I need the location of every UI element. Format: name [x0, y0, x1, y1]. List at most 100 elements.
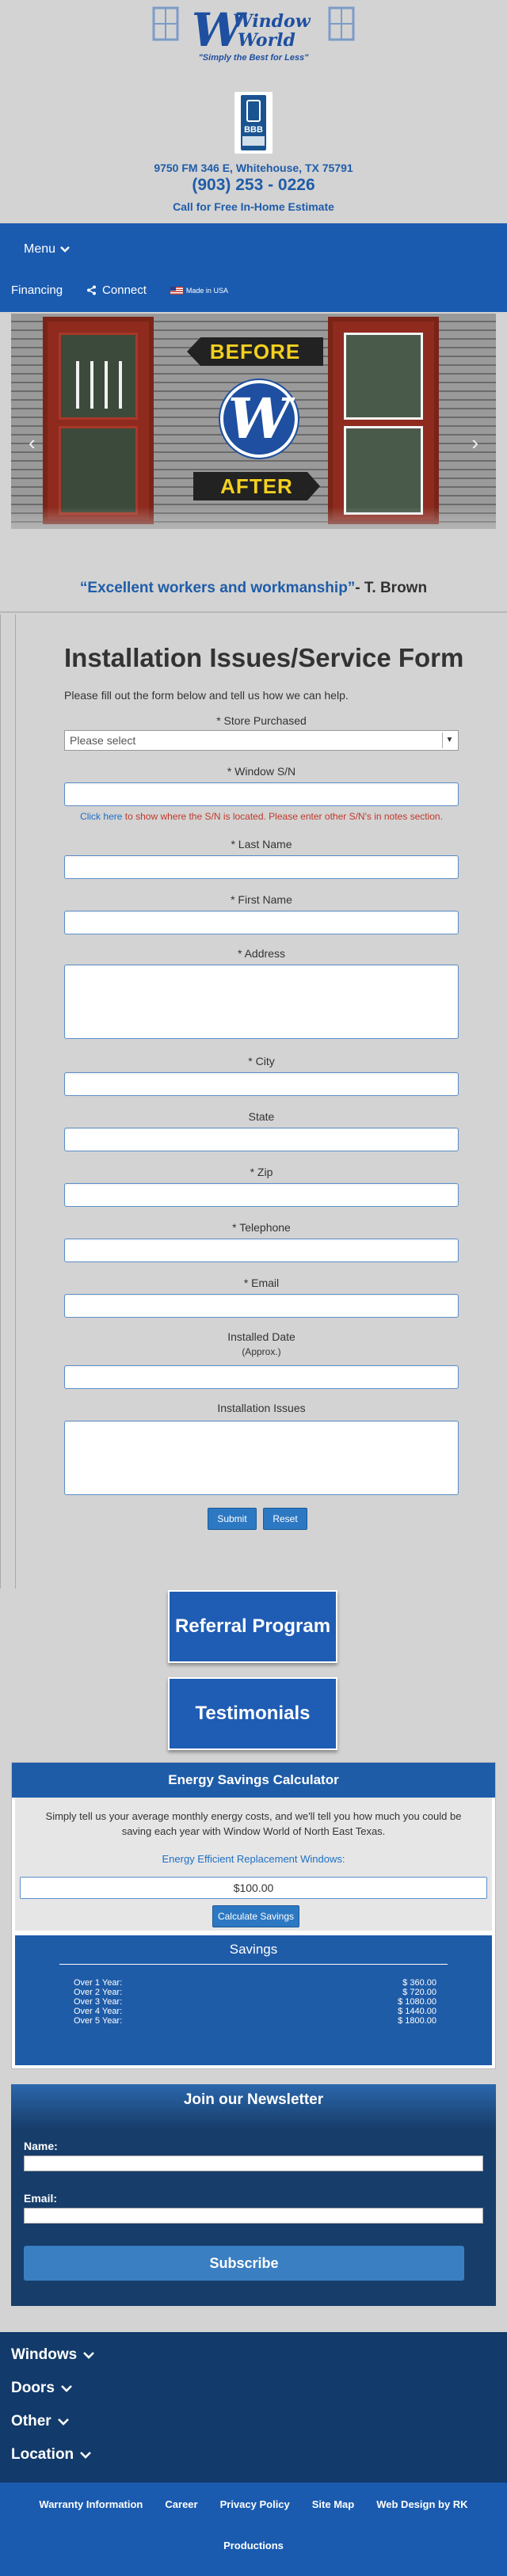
savings-row: Over 3 Year: $ 1080.00	[74, 1997, 436, 2007]
savings-row: Over 5 Year: $ 1800.00	[74, 2016, 436, 2026]
testimonial-author: - T. Brown	[355, 580, 428, 596]
footer-nav-doors[interactable]: Doors	[11, 2380, 72, 2397]
referral-program-button[interactable]: Referral Program	[168, 1590, 337, 1663]
web-design-credit-continued[interactable]: Productions	[0, 2540, 507, 2551]
footer-nav-windows[interactable]: Windows	[11, 2346, 95, 2364]
sn-location-link[interactable]: Click here	[80, 811, 122, 822]
first-name-input[interactable]	[64, 911, 459, 934]
footer-nav-other[interactable]: Other	[11, 2413, 69, 2430]
warranty-link[interactable]: Warranty Information	[39, 2498, 143, 2510]
footer-nav-label: Windows	[11, 2346, 78, 2363]
made-in-usa-badge: Made in USA	[170, 286, 228, 295]
before-label: BEFORE	[187, 337, 323, 366]
us-flag-icon	[170, 286, 183, 295]
bbb-accreditation-badge[interactable]: BBB	[234, 92, 273, 154]
business-address: 9750 FM 346 E, Whitehouse, TX 75791	[154, 162, 353, 174]
bbb-text: BBB	[244, 125, 263, 135]
state-input[interactable]	[64, 1128, 459, 1151]
financing-link[interactable]: Financing	[11, 283, 63, 297]
privacy-policy-link[interactable]: Privacy Policy	[220, 2498, 290, 2510]
footer-nav-location[interactable]: Location	[11, 2446, 92, 2464]
store-purchased-select[interactable]: Please select ▼	[64, 730, 459, 751]
logo-word-window: Window	[233, 11, 311, 32]
logo-tagline: "Simply the Best for Less"	[199, 53, 310, 63]
before-after-slider[interactable]: BEFORE AFTER W ‹ ›	[11, 314, 496, 529]
last-name-input[interactable]	[64, 855, 459, 879]
newsletter-email-input[interactable]	[24, 2208, 483, 2224]
dropdown-arrow-icon: ▼	[442, 732, 456, 748]
calculate-savings-button[interactable]: Calculate Savings	[212, 1905, 299, 1927]
connect-label: Connect	[102, 283, 147, 297]
window-world-w-logo: W	[220, 380, 298, 458]
energy-savings-calculator: Energy Savings Calculator Simply tell us…	[11, 1762, 496, 2069]
site-footer: Windows Doors Other Location Warranty In…	[0, 2332, 507, 2576]
sn-note-text: to show where the S/N is located. Please…	[122, 811, 443, 822]
chevron-down-icon	[60, 2385, 72, 2392]
newsletter-title: Join our Newsletter	[11, 2084, 496, 2129]
main-nav: Menu Financing Connect Made in USA	[0, 223, 507, 312]
web-design-credit-link[interactable]: Web Design by RK	[376, 2498, 467, 2510]
bbb-seal-icon	[246, 100, 261, 122]
service-form: Installation Issues/Service Form Please …	[0, 615, 507, 1589]
window-sn-label: * Window S/N	[227, 765, 296, 778]
savings-row: Over 4 Year: $ 1440.00	[74, 2007, 436, 2016]
slider-prev-arrow-icon[interactable]: ‹	[29, 431, 36, 455]
store-purchased-value: Please select	[70, 734, 136, 747]
menu-toggle-button[interactable]: Menu	[24, 242, 70, 257]
savings-row: Over 1 Year: $ 360.00	[74, 1978, 436, 1988]
installation-issues-textarea[interactable]	[64, 1421, 459, 1495]
menu-label: Menu	[24, 242, 56, 256]
calculator-title: Energy Savings Calculator	[12, 1763, 495, 1798]
connect-link[interactable]: Connect	[86, 283, 147, 297]
email-label: * Email	[243, 1277, 280, 1289]
newsletter-name-input[interactable]	[24, 2156, 483, 2171]
after-label: AFTER	[193, 472, 320, 500]
after-window-image	[328, 317, 439, 524]
store-purchased-label: * Store Purchased	[216, 714, 307, 727]
chevron-down-icon	[57, 2418, 69, 2426]
testimonials-button[interactable]: Testimonials	[168, 1677, 337, 1750]
logo-word-world: World	[238, 30, 295, 51]
window-sn-input[interactable]	[64, 782, 459, 806]
installed-date-input[interactable]	[64, 1365, 459, 1389]
window-world-logo[interactable]: W Window World "Simply the Best for Less…	[0, 3, 507, 67]
form-intro: Please fill out the form below and tell …	[64, 689, 349, 702]
address-label: * Address	[238, 947, 285, 960]
calculator-description: Simply tell us your average monthly ener…	[45, 1810, 462, 1837]
testimonial-text: “Excellent workers and workmanship”	[79, 580, 356, 596]
telephone-label: * Telephone	[232, 1221, 291, 1234]
phone-number[interactable]: (903) 253 - 0226	[0, 176, 507, 195]
installation-issues-label: Installation Issues	[217, 1402, 306, 1414]
reset-button[interactable]: Reset	[263, 1508, 307, 1530]
monthly-cost-input[interactable]: $100.00	[20, 1877, 487, 1899]
submit-button[interactable]: Submit	[208, 1508, 257, 1530]
city-label: * City	[248, 1055, 275, 1067]
made-in-usa-label: Made in USA	[185, 286, 228, 295]
site-map-link[interactable]: Site Map	[312, 2498, 354, 2510]
telephone-input[interactable]	[64, 1239, 459, 1262]
slider-next-arrow-icon[interactable]: ›	[471, 431, 478, 455]
email-input[interactable]	[64, 1294, 459, 1318]
zip-input[interactable]	[64, 1183, 459, 1207]
career-link[interactable]: Career	[165, 2498, 197, 2510]
savings-row: Over 2 Year: $ 720.00	[74, 1988, 436, 1997]
site-header: W Window World "Simply the Best for Less…	[0, 0, 507, 223]
share-icon	[87, 285, 97, 295]
address-textarea[interactable]	[64, 965, 459, 1039]
testimonial-quote: “Excellent workers and workmanship”- T. …	[0, 580, 507, 597]
newsletter-name-label: Name:	[24, 2140, 58, 2152]
chevron-down-icon	[83, 2352, 95, 2359]
chevron-down-icon	[80, 2452, 92, 2459]
savings-title: Savings	[229, 1942, 278, 1957]
subscribe-button[interactable]: Subscribe	[24, 2246, 464, 2281]
window-sn-note: Click here to show where the S/N is loca…	[64, 811, 459, 822]
newsletter-email-label: Email:	[24, 2192, 58, 2205]
form-title: Installation Issues/Service Form	[64, 643, 464, 672]
footer-links: Warranty Information Career Privacy Poli…	[0, 2483, 507, 2576]
newsletter-signup: Join our Newsletter Name: Email: Subscri…	[11, 2084, 496, 2306]
chevron-down-icon	[60, 246, 70, 253]
footer-nav-label: Location	[11, 2446, 74, 2463]
before-window-image	[43, 317, 154, 524]
zip-label: * Zip	[250, 1166, 273, 1178]
city-input[interactable]	[64, 1072, 459, 1096]
